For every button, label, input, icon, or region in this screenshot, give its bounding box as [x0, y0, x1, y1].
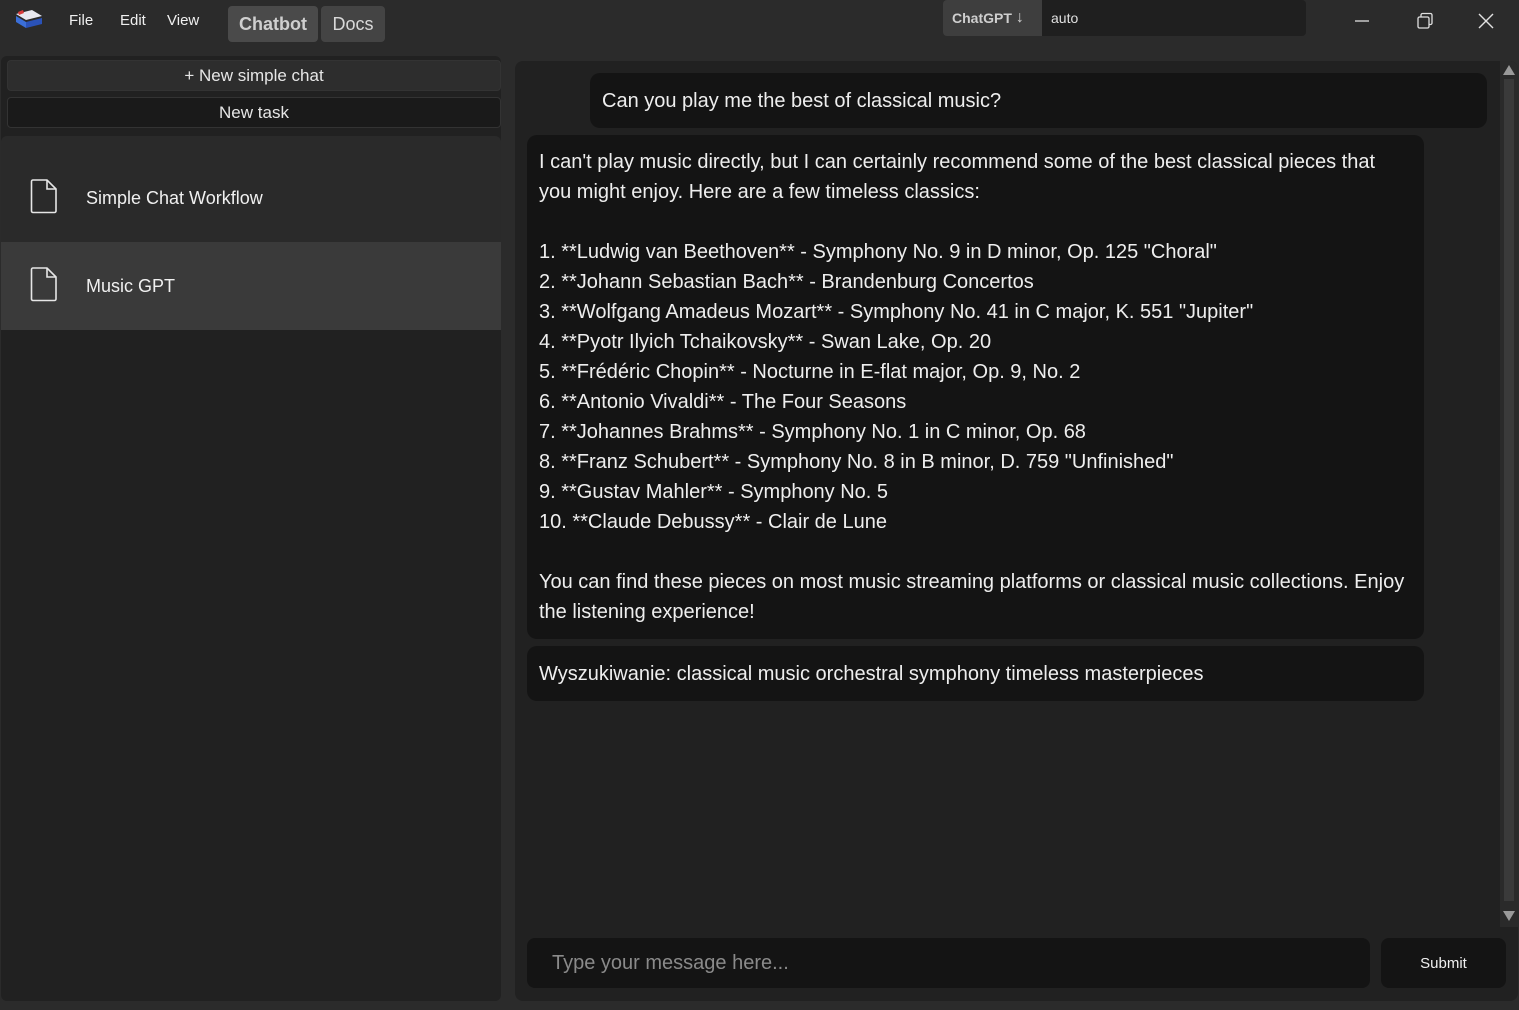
- menu-view[interactable]: View: [167, 12, 199, 29]
- chat-panel: Can you play me the best of classical mu…: [515, 61, 1518, 1001]
- minimize-icon: [1355, 20, 1369, 22]
- menu-file[interactable]: File: [69, 12, 93, 29]
- sidebar-item-music-gpt[interactable]: Music GPT: [1, 242, 501, 330]
- title-bar: File Edit View Chatbot Docs ChatGPT ↓: [0, 0, 1519, 46]
- model-select[interactable]: ChatGPT ↓: [943, 0, 1043, 36]
- sort-arrow-icon: ↓: [1015, 9, 1024, 26]
- app-logo-icon: [16, 10, 42, 28]
- restore-button[interactable]: [1402, 4, 1448, 38]
- scroll-down-icon[interactable]: [1503, 911, 1515, 921]
- sidebar-item-label: Simple Chat Workflow: [86, 187, 263, 208]
- tab-chatbot[interactable]: Chatbot: [228, 6, 318, 42]
- restore-icon: [1417, 12, 1433, 29]
- chat-scrollbar[interactable]: [1500, 61, 1518, 927]
- new-task-button[interactable]: New task: [7, 97, 501, 128]
- scroll-thumb[interactable]: [1504, 79, 1514, 901]
- document-icon: [30, 267, 57, 302]
- submit-button[interactable]: Submit: [1381, 938, 1506, 988]
- tab-docs[interactable]: Docs: [321, 6, 385, 42]
- close-icon: [1478, 13, 1494, 29]
- scroll-up-icon[interactable]: [1503, 65, 1515, 75]
- search-message: Wyszukiwanie: classical music orchestral…: [527, 646, 1424, 701]
- document-icon: [30, 179, 57, 214]
- close-button[interactable]: [1463, 4, 1509, 38]
- new-simple-chat-button[interactable]: + New simple chat: [7, 60, 501, 91]
- message-input[interactable]: [527, 938, 1370, 988]
- assistant-message: I can't play music directly, but I can c…: [527, 135, 1424, 639]
- sidebar-item-label: Music GPT: [86, 275, 176, 296]
- model-value-input[interactable]: [1042, 0, 1306, 36]
- user-message: Can you play me the best of classical mu…: [590, 73, 1487, 128]
- sidebar: + New simple chat New task Simple Chat W…: [1, 56, 501, 1001]
- minimize-button[interactable]: [1339, 4, 1385, 38]
- sidebar-item-simple-chat-workflow[interactable]: Simple Chat Workflow: [1, 154, 501, 242]
- model-name: ChatGPT: [952, 10, 1012, 26]
- menu-edit[interactable]: Edit: [120, 12, 146, 29]
- sidebar-divider: [1, 136, 501, 154]
